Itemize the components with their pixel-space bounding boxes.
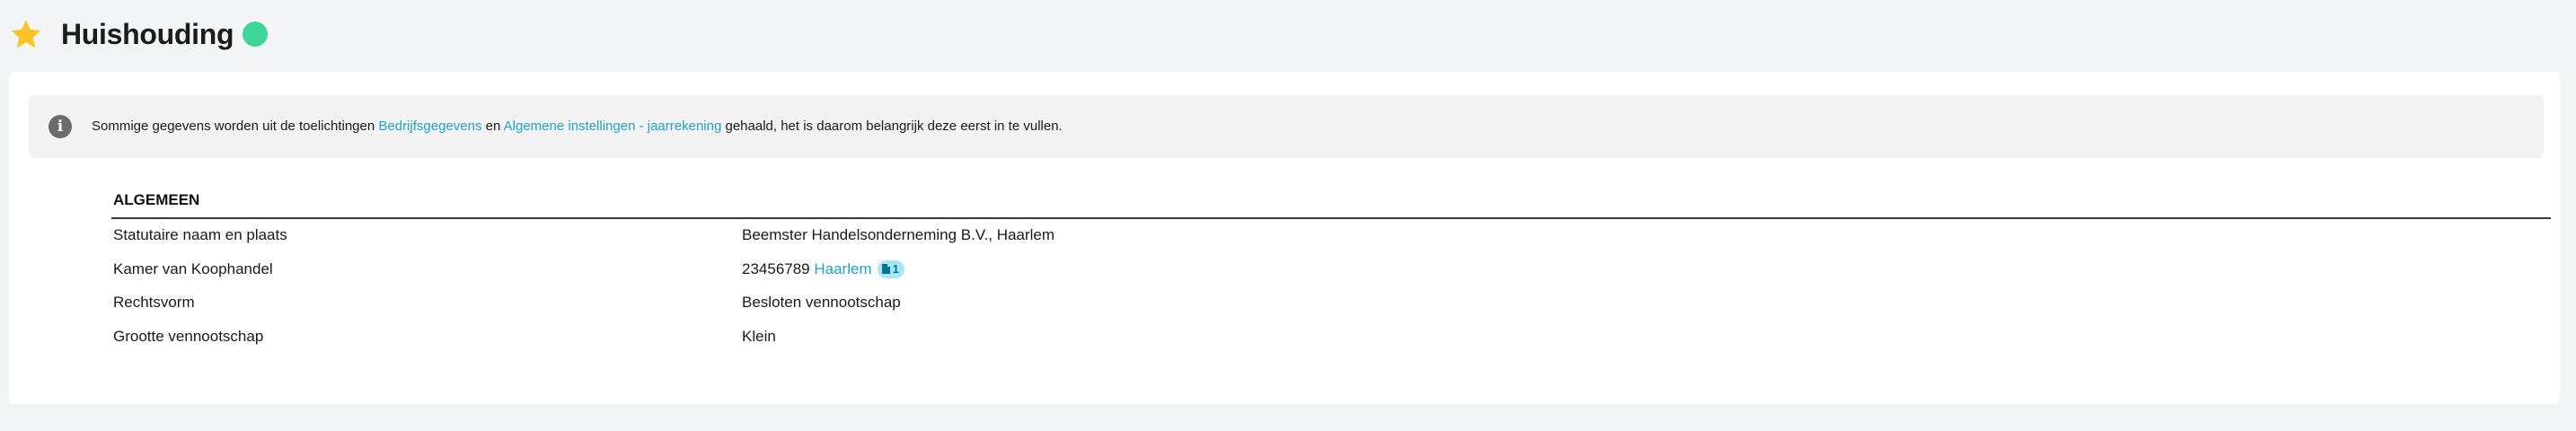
info-text-after: gehaald, het is daarom belangrijk deze e…: [721, 119, 1063, 134]
kvk-city-link[interactable]: Haarlem: [814, 260, 871, 277]
kvk-label: Kamer van Koophandel: [113, 260, 273, 277]
section-divider: [111, 217, 2551, 219]
page-title: Huishouding: [61, 18, 234, 50]
info-text-middle: en: [481, 119, 504, 134]
section-title: ALGEMEEN: [113, 191, 200, 208]
algemene-instellingen-link[interactable]: Algemene instellingen - jaarrekening: [504, 119, 722, 134]
statutaire-naam-label: Statutaire naam en plaats: [113, 226, 287, 243]
kvk-badge-count: 1: [892, 262, 899, 276]
statutaire-naam-value: Beemster Handelsonderneming B.V., Haarle…: [742, 226, 1055, 243]
content-panel: i Sommige gegevens worden uit de toelich…: [9, 72, 2560, 404]
info-text-before: Sommige gegevens worden uit de toelichti…: [92, 119, 379, 134]
page-header: Huishouding: [0, 0, 2576, 70]
kvk-number: 23456789: [742, 260, 810, 277]
kvk-document-badge[interactable]: 1: [877, 260, 904, 278]
rechtsvorm-label: Rechtsvorm: [113, 294, 195, 311]
grootte-label: Grootte vennootschap: [113, 328, 264, 345]
grootte-value: Klein: [742, 328, 776, 345]
status-indicator: [243, 22, 268, 47]
document-icon: [881, 264, 890, 274]
info-text: Sommige gegevens worden uit de toelichti…: [92, 117, 1063, 136]
star-icon[interactable]: [9, 18, 43, 52]
rechtsvorm-value: Besloten vennootschap: [742, 294, 901, 311]
info-icon: i: [49, 115, 72, 138]
kvk-value: 23456789 Haarlem 1: [742, 259, 904, 280]
bedrijfsgegevens-link[interactable]: Bedrijfsgegevens: [378, 119, 481, 134]
info-notice: i Sommige gegevens worden uit de toelich…: [29, 95, 2544, 158]
